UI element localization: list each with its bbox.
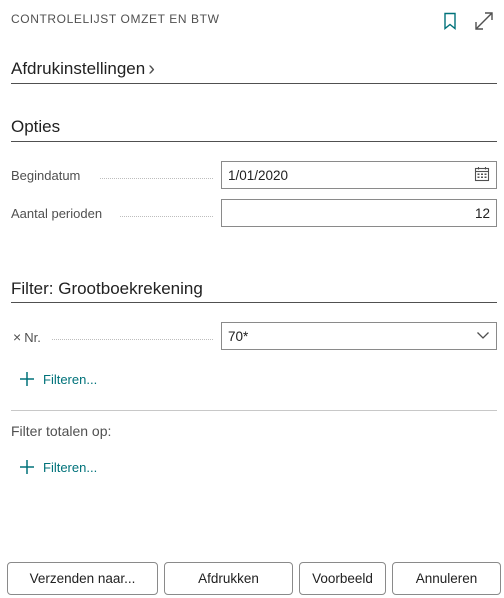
chevron-down-icon[interactable] [476, 328, 490, 345]
start-date-field[interactable]: 1/01/2020 [221, 161, 497, 189]
divider [11, 83, 497, 84]
dialog-title: CONTROLELIJST OMZET EN BTW [11, 12, 220, 26]
print-settings-toggle[interactable]: Afdrukinstellingen › [11, 59, 155, 79]
periods-label: Aantal perioden [11, 206, 103, 221]
leader-dots [52, 338, 213, 340]
filter-title: Filter: Grootboekrekening [11, 279, 203, 298]
plus-icon [19, 371, 35, 387]
bookmark-icon[interactable] [438, 9, 462, 33]
nr-filter-field[interactable]: 70* [221, 322, 497, 350]
plus-icon [19, 459, 35, 475]
add-totals-filter-link[interactable]: Filteren... [19, 459, 97, 475]
chevron-right-icon: › [148, 57, 155, 80]
start-date-value: 1/01/2020 [228, 167, 289, 183]
print-button[interactable]: Afdrukken [164, 562, 293, 595]
divider [11, 410, 497, 411]
add-filter-label: Filteren... [43, 371, 98, 387]
calendar-icon[interactable] [474, 166, 490, 185]
preview-button[interactable]: Voorbeeld [299, 562, 386, 595]
periods-field[interactable]: 12 [221, 199, 497, 227]
nr-label: Nr. [24, 329, 41, 345]
divider [11, 302, 497, 303]
start-date-label: Begindatum [11, 168, 81, 183]
divider [11, 141, 497, 142]
nr-filter-value: 70* [228, 328, 249, 344]
expand-icon[interactable] [472, 9, 496, 33]
remove-filter-icon[interactable]: × [13, 329, 21, 345]
leader-dots [120, 215, 213, 217]
nr-filter-label-group: × Nr. [13, 329, 41, 345]
add-filter-link[interactable]: Filteren... [19, 371, 97, 387]
totals-filter-label: Filter totalen op: [11, 423, 112, 439]
add-totals-filter-label: Filteren... [43, 459, 98, 475]
cancel-button[interactable]: Annuleren [392, 562, 501, 595]
leader-dots [100, 177, 213, 179]
send-to-button[interactable]: Verzenden naar... [7, 562, 158, 595]
print-settings-label: Afdrukinstellingen [11, 59, 146, 78]
periods-value: 12 [474, 205, 490, 221]
options-title: Opties [11, 117, 61, 136]
